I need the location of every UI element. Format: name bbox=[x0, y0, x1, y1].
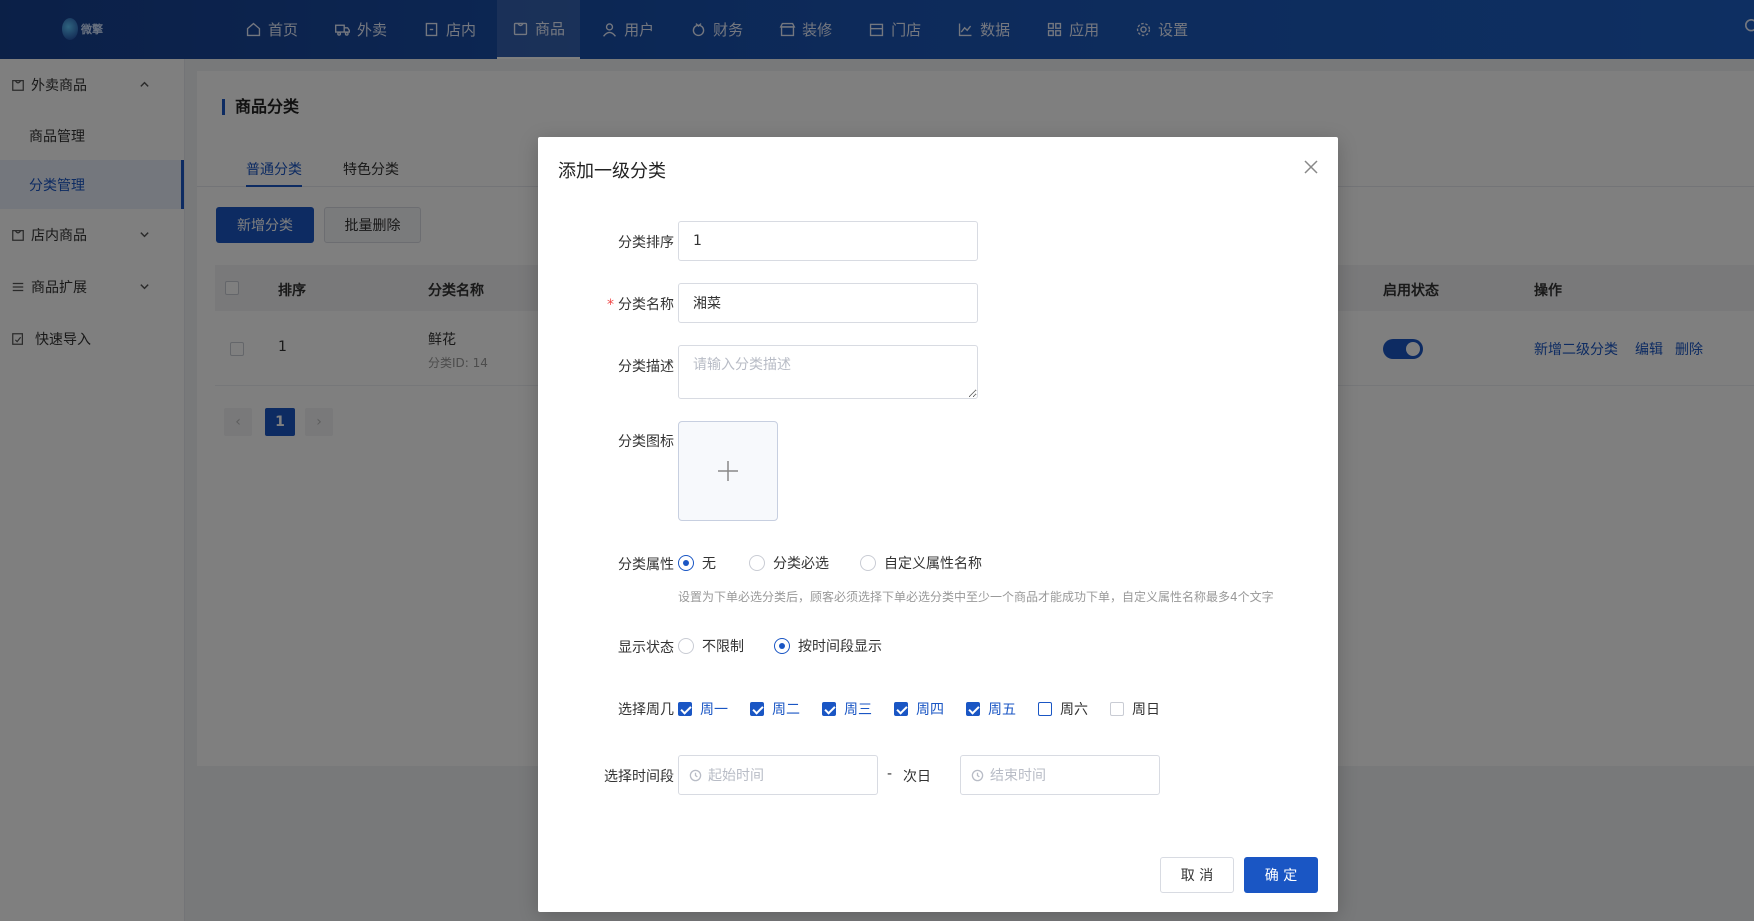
required-mark: * bbox=[607, 297, 614, 313]
radio-indicator bbox=[678, 638, 694, 654]
confirm-button[interactable]: 确 定 bbox=[1244, 857, 1318, 893]
desc-textarea[interactable] bbox=[678, 345, 978, 399]
modal-title: 添加一级分类 bbox=[558, 161, 666, 182]
weekday-checkbox-sat[interactable]: 周六 bbox=[1038, 699, 1088, 719]
name-label: * 分类名称 bbox=[607, 297, 674, 313]
weekday-checkbox-thu[interactable]: 周四 bbox=[894, 699, 944, 719]
checkbox-indicator bbox=[966, 702, 980, 716]
next-day-label: 次日 bbox=[903, 769, 931, 785]
attr-radio-none[interactable]: 无 bbox=[678, 553, 716, 573]
plus-icon bbox=[718, 461, 738, 481]
name-input[interactable] bbox=[678, 283, 978, 323]
clock-icon bbox=[689, 769, 702, 781]
attr-radio-required[interactable]: 分类必选 bbox=[749, 553, 829, 573]
radio-indicator bbox=[749, 555, 765, 571]
add-category-modal: 添加一级分类 分类排序 *分类名称 分类描述 分类图标 分类属性 无 分类必选 … bbox=[538, 137, 1338, 912]
checkbox-indicator bbox=[1038, 702, 1052, 716]
display-radio-by-time[interactable]: 按时间段显示 bbox=[774, 636, 882, 656]
end-time-placeholder: 结束时间 bbox=[990, 768, 1046, 784]
clock-icon bbox=[971, 769, 984, 781]
display-label: 显示状态 bbox=[618, 640, 674, 656]
start-time-input[interactable]: 起始时间 bbox=[678, 755, 878, 795]
weekday-checkbox-mon[interactable]: 周一 bbox=[678, 699, 728, 719]
radio-indicator bbox=[860, 555, 876, 571]
time-label: 选择时间段 bbox=[604, 769, 674, 785]
radio-indicator bbox=[678, 555, 694, 571]
sort-label: 分类排序 bbox=[618, 235, 674, 251]
start-time-placeholder: 起始时间 bbox=[708, 768, 764, 784]
attr-hint: 设置为下单必选分类后，顾客必须选择下单必选分类中至少一个商品才能成功下单，自定义… bbox=[678, 590, 1274, 604]
sort-input[interactable] bbox=[678, 221, 978, 261]
icon-label: 分类图标 bbox=[618, 434, 674, 450]
display-radio-unlimited[interactable]: 不限制 bbox=[678, 636, 744, 656]
desc-label: 分类描述 bbox=[618, 359, 674, 375]
checkbox-indicator bbox=[678, 702, 692, 716]
checkbox-indicator bbox=[894, 702, 908, 716]
weekday-checkbox-sun[interactable]: 周日 bbox=[1110, 699, 1160, 719]
time-separator: - bbox=[887, 766, 893, 782]
end-time-input[interactable]: 结束时间 bbox=[960, 755, 1160, 795]
weekday-checkbox-tue[interactable]: 周二 bbox=[750, 699, 800, 719]
weekday-checkbox-fri[interactable]: 周五 bbox=[966, 699, 1016, 719]
cancel-button[interactable]: 取 消 bbox=[1160, 857, 1234, 893]
attr-radio-custom[interactable]: 自定义属性名称 bbox=[860, 553, 982, 573]
checkbox-indicator bbox=[1110, 702, 1124, 716]
weekday-label: 选择周几 bbox=[618, 702, 674, 718]
close-icon[interactable] bbox=[1304, 160, 1318, 174]
weekday-checkbox-wed[interactable]: 周三 bbox=[822, 699, 872, 719]
icon-uploader[interactable] bbox=[678, 421, 778, 521]
attr-label: 分类属性 bbox=[618, 557, 674, 573]
radio-indicator bbox=[774, 638, 790, 654]
checkbox-indicator bbox=[750, 702, 764, 716]
checkbox-indicator bbox=[822, 702, 836, 716]
